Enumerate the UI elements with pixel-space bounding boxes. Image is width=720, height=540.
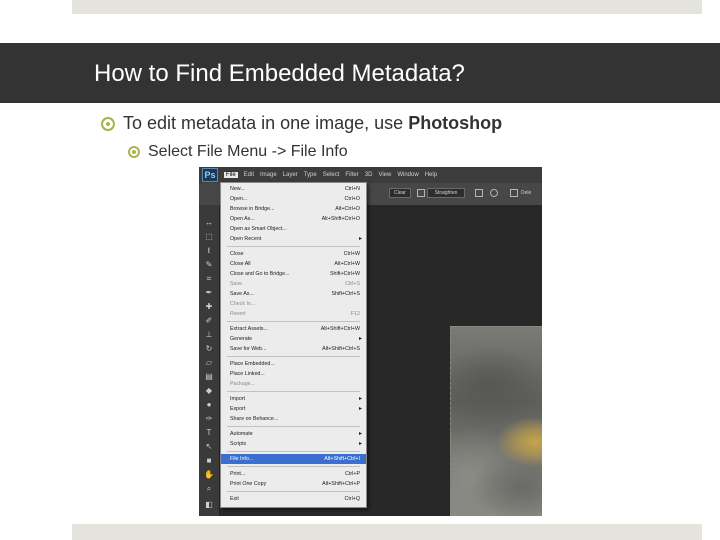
bullet-text-bold: Photoshop <box>408 113 503 133</box>
file-menu-item-open-recent[interactable]: Open Recent ▸ <box>221 234 366 244</box>
straighten-icon[interactable] <box>417 189 425 197</box>
file-menu-item-share-behance[interactable]: Share on Behance... <box>221 414 366 424</box>
menu-divider <box>227 451 360 452</box>
file-menu-item-close-go-bridge[interactable]: Close and Go to Bridge... Shift+Ctrl+W <box>221 269 366 279</box>
submenu-arrow-icon: ▸ <box>358 396 362 402</box>
menu-divider <box>227 246 360 247</box>
blur-tool-icon[interactable]: ◆ <box>204 387 214 395</box>
file-menu-item-import[interactable]: Import ▸ <box>221 394 366 404</box>
top-decor-band <box>72 0 702 14</box>
ps-menubar: Ps File Edit Image Layer Type Select Fil… <box>199 167 542 183</box>
menu-layer[interactable]: Layer <box>283 172 298 178</box>
menu-edit[interactable]: Edit <box>244 172 254 178</box>
move-tool-icon[interactable]: ↔ <box>204 219 214 227</box>
file-menu-item-place-embedded[interactable]: Place Embedded... <box>221 359 366 369</box>
file-menu-item-close[interactable]: Close Ctrl+W <box>221 249 366 259</box>
menu-divider <box>227 466 360 467</box>
submenu-arrow-icon: ▸ <box>358 441 362 447</box>
bullet-text: Select File Menu -> File Info <box>148 143 348 160</box>
file-menu-item-package[interactable]: Package... <box>221 379 366 389</box>
file-menu-item-save[interactable]: Save Ctrl+S <box>221 279 366 289</box>
file-menu-item-extract-assets[interactable]: Extract Assets... Alt+Shift+Ctrl+W <box>221 324 366 334</box>
ps-toolbar: ↔ ⬚ ℓ ✎ ⌗ ✒ ✚ ✐ ⊥ ↻ ▱ ▤ ◆ ● ✑ T ↖ ■ ✋ ⌕ … <box>199 205 220 516</box>
delete-label: Dele <box>521 188 542 198</box>
menu-type[interactable]: Type <box>304 172 317 178</box>
document-image[interactable] <box>450 326 542 516</box>
file-menu-item-open-smart-object[interactable]: Open as Smart Object... <box>221 224 366 234</box>
bullet-edit-metadata: To edit metadata in one image, use Photo… <box>101 113 502 134</box>
delete-checkbox[interactable] <box>510 189 518 197</box>
dodge-tool-icon[interactable]: ● <box>204 401 214 409</box>
file-menu-item-exit[interactable]: Exit Ctrl+Q <box>221 494 366 504</box>
photoshop-logo: Ps <box>202 168 218 182</box>
file-menu-item-place-linked[interactable]: Place Linked... <box>221 369 366 379</box>
path-select-tool-icon[interactable]: ↖ <box>204 443 214 451</box>
history-brush-tool-icon[interactable]: ↻ <box>204 345 214 353</box>
stamp-tool-icon[interactable]: ⊥ <box>204 331 214 339</box>
menu-view[interactable]: View <box>378 172 391 178</box>
straighten-button[interactable]: Straighten <box>427 188 465 198</box>
file-menu-item-open[interactable]: Open... Ctrl+O <box>221 194 366 204</box>
file-menu-item-export[interactable]: Export ▸ <box>221 404 366 414</box>
menu-image[interactable]: Image <box>260 172 277 178</box>
gear-icon[interactable] <box>490 189 498 197</box>
menu-divider <box>227 426 360 427</box>
submenu-arrow-icon: ▸ <box>358 236 362 242</box>
file-menu-item-file-info[interactable]: File Info... Alt+Shift+Ctrl+I <box>221 454 366 464</box>
menu-select[interactable]: Select <box>323 172 340 178</box>
file-menu-item-revert[interactable]: Revert F12 <box>221 309 366 319</box>
healing-tool-icon[interactable]: ✚ <box>204 303 214 311</box>
file-menu-item-print-one-copy[interactable]: Print One Copy Alt+Shift+Ctrl+P <box>221 479 366 489</box>
file-menu-item-check-in[interactable]: Check In... <box>221 299 366 309</box>
crop-tool-icon[interactable]: ⌗ <box>204 275 214 283</box>
file-menu-item-scripts[interactable]: Scripts ▸ <box>221 439 366 449</box>
clear-button[interactable]: Clear <box>389 188 411 198</box>
bullet-icon <box>128 146 140 158</box>
file-menu-item-save-for-web[interactable]: Save for Web... Alt+Shift+Ctrl+S <box>221 344 366 354</box>
bullet-text-prefix: To edit metadata in one image, use <box>123 113 409 133</box>
file-menu-item-print[interactable]: Print... Ctrl+P <box>221 469 366 479</box>
file-menu-item-save-as[interactable]: Save As... Shift+Ctrl+S <box>221 289 366 299</box>
bottom-decor-band <box>72 524 702 540</box>
file-menu-item-new[interactable]: New... Ctrl+N <box>221 184 366 194</box>
file-menu-item-browse-bridge[interactable]: Browse in Bridge... Alt+Ctrl+O <box>221 204 366 214</box>
zoom-tool-icon[interactable]: ⌕ <box>204 485 214 493</box>
marquee-tool-icon[interactable]: ⬚ <box>204 233 214 241</box>
grid-overlay-icon[interactable] <box>475 189 483 197</box>
menu-file[interactable]: File <box>224 172 238 178</box>
submenu-arrow-icon: ▸ <box>358 431 362 437</box>
color-swatch-icon[interactable]: ◧ <box>204 501 214 509</box>
brush-tool-icon[interactable]: ✐ <box>204 317 214 325</box>
menu-divider <box>227 356 360 357</box>
hand-tool-icon[interactable]: ✋ <box>204 471 214 479</box>
bullet-icon <box>101 116 115 131</box>
type-tool-icon[interactable]: T <box>204 429 214 437</box>
eraser-tool-icon[interactable]: ▱ <box>204 359 214 367</box>
menu-filter[interactable]: Filter <box>345 172 358 178</box>
menu-divider <box>227 391 360 392</box>
submenu-arrow-icon: ▸ <box>358 406 362 412</box>
menu-help[interactable]: Help <box>425 172 437 178</box>
menu-divider <box>227 321 360 322</box>
menu-window[interactable]: Window <box>397 172 418 178</box>
menu-divider <box>227 491 360 492</box>
file-menu-item-close-all[interactable]: Close All Alt+Ctrl+W <box>221 259 366 269</box>
menu-3d[interactable]: 3D <box>365 172 373 178</box>
shape-tool-icon[interactable]: ■ <box>204 457 214 465</box>
photoshop-screenshot: Ps File Edit Image Layer Type Select Fil… <box>199 167 542 516</box>
file-menu-item-generate[interactable]: Generate ▸ <box>221 334 366 344</box>
file-menu-item-automate[interactable]: Automate ▸ <box>221 429 366 439</box>
eyedropper-tool-icon[interactable]: ✒ <box>204 289 214 297</box>
gradient-tool-icon[interactable]: ▤ <box>204 373 214 381</box>
slide-title: How to Find Embedded Metadata? <box>94 60 465 87</box>
pen-tool-icon[interactable]: ✑ <box>204 415 214 423</box>
submenu-arrow-icon: ▸ <box>358 336 362 342</box>
file-menu-item-open-as[interactable]: Open As... Alt+Shift+Ctrl+O <box>221 214 366 224</box>
file-menu-dropdown: New... Ctrl+N Open... Ctrl+O Browse in Bri… <box>220 182 367 508</box>
quick-select-tool-icon[interactable]: ✎ <box>204 261 214 269</box>
bullet-file-info: Select File Menu -> File Info <box>128 143 348 161</box>
lasso-tool-icon[interactable]: ℓ <box>204 247 214 255</box>
